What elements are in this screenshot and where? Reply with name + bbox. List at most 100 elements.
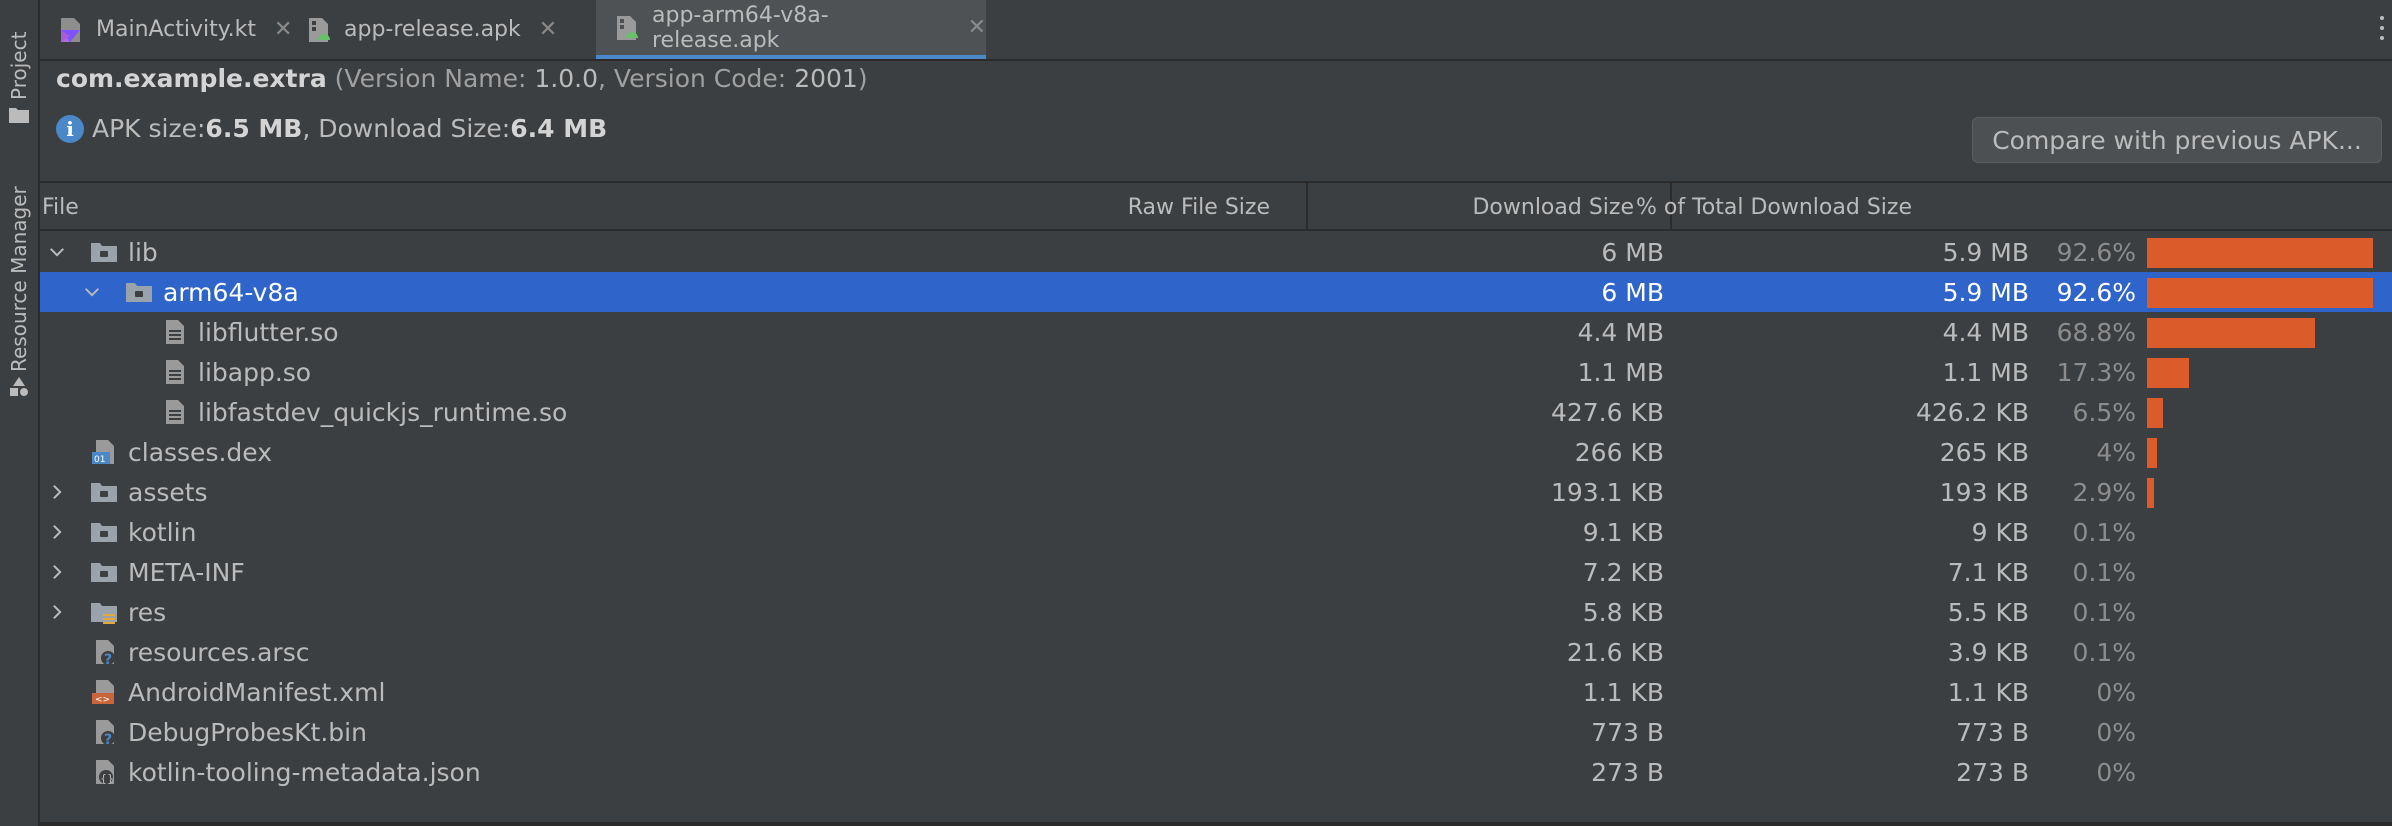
download-share-bar [2147,278,2373,308]
file-name: kotlin-tooling-metadata.json [128,758,481,787]
raw-file-size: 193.1 KB [1550,478,1664,507]
download-size: 4.4 MB [1942,318,2029,347]
download-size: 1.1 MB [1942,358,2029,387]
file-name: res [128,598,167,627]
table-row[interactable]: kotlin 9.1 KB 9 KB 0.1% [40,512,2392,552]
file-name: kotlin [128,518,197,547]
unknown-file-icon: ? [96,720,115,746]
table-row[interactable]: META-INF 7.2 KB 7.1 KB 0.1% [40,552,2392,592]
resource-manager-icon[interactable] [8,376,30,398]
table-row[interactable]: res 5.8 KB 5.5 KB 0.1% [40,592,2392,632]
download-share-bar [2147,238,2373,268]
file-name: libflutter.so [198,318,339,347]
svg-text:01: 01 [94,455,105,465]
editor-tab-bar: MainActivity.kt ✕ app-release.apk ✕ app-… [40,0,2392,61]
download-size: 9 KB [1971,518,2029,547]
project-tool-button[interactable]: Project [4,18,34,100]
svg-text:?: ? [104,732,112,746]
chevron-right-icon[interactable] [46,601,68,623]
version-code: 2001 [794,64,858,93]
raw-file-size: 7.2 KB [1582,558,1664,587]
file-name: lib [128,238,158,267]
folder-icon [91,563,117,582]
table-row[interactable]: arm64-v8a 6 MB 5.9 MB 92.6% [40,272,2392,312]
chevron-down-icon[interactable] [81,281,103,303]
table-row[interactable]: assets 193.1 KB 193 KB 2.9% [40,472,2392,512]
percent-of-total: 0% [2096,718,2136,747]
close-icon[interactable]: ✕ [968,15,986,40]
dex-file-icon: 01 [92,440,114,465]
raw-file-size: 273 B [1591,758,1664,787]
percent-of-total: 4% [2096,438,2136,467]
download-size: 3.9 KB [1947,638,2029,667]
tab-main-activity[interactable]: MainActivity.kt ✕ [40,0,292,59]
close-icon[interactable]: ✕ [539,17,557,42]
apk-file-icon [309,17,330,42]
folder-icon [91,483,117,502]
percent-of-total: 0% [2096,678,2136,707]
table-row[interactable]: {} kotlin-tooling-metadata.json 273 B 273 B… [40,752,2392,792]
chevron-right-icon[interactable] [46,521,68,543]
binary-file-icon [166,320,184,344]
download-size-value: 6.4 MB [510,114,608,143]
apk-size-info: i APK size: 6.5 MB, Download Size: 6.4 M… [56,114,607,143]
percent-of-total: 0.1% [2072,598,2136,627]
table-header: File Raw File Size Download Size % of To… [40,181,2392,231]
column-header-raw-size[interactable]: Raw File Size [1128,195,1270,220]
table-row[interactable]: <> AndroidManifest.xml 1.1 KB 1.1 KB 0% [40,672,2392,712]
tab-app-release-apk[interactable]: app-release.apk ✕ [288,0,594,59]
table-row[interactable]: libfastdev_quickjs_runtime.so 427.6 KB 426… [40,392,2392,432]
folder-icon[interactable] [8,104,30,126]
download-size: 5.9 MB [1942,278,2029,307]
more-options-icon[interactable] [2378,16,2386,46]
svg-text:{}: {} [100,772,114,785]
table-row[interactable]: lib 6 MB 5.9 MB 92.6% [40,232,2392,272]
compare-with-previous-apk-button[interactable]: Compare with previous APK... [1972,117,2382,163]
table-row[interactable]: ? DebugProbesKt.bin 773 B 773 B 0% [40,712,2392,752]
table-row[interactable]: 01 classes.dex 266 KB 265 KB 4% [40,432,2392,472]
chevron-down-icon[interactable] [46,241,68,263]
tab-app-arm64-release-apk[interactable]: app-arm64-v8a-release.apk ✕ [596,0,986,59]
table-row[interactable]: ? resources.arsc 21.6 KB 3.9 KB 0.1% [40,632,2392,672]
file-name: META-INF [128,558,245,587]
apk-size-value: 6.5 MB [205,114,303,143]
file-name: libfastdev_quickjs_runtime.so [198,398,568,427]
svg-text:<>: <> [95,695,110,705]
column-header-percent[interactable]: % of Total Download Size [1636,195,1912,220]
percent-of-total: 0.1% [2072,558,2136,587]
chevron-right-icon[interactable] [46,481,68,503]
chevron-right-icon[interactable] [46,561,68,583]
info-icon: i [56,114,84,143]
download-size: 273 B [1956,758,2029,787]
download-size: 426.2 KB [1915,398,2029,427]
percent-of-total: 92.6% [2056,278,2136,307]
download-share-bar [2147,318,2315,348]
raw-file-size: 4.4 MB [1577,318,1664,347]
column-header-file[interactable]: File [42,195,79,220]
column-header-download-size[interactable]: Download Size [1472,195,1634,220]
percent-of-total: 0% [2096,758,2136,787]
percent-of-total: 68.8% [2056,318,2136,347]
table-row[interactable]: libapp.so 1.1 MB 1.1 MB 17.3% [40,352,2392,392]
folder-icon [126,283,152,302]
column-divider[interactable] [1306,183,1308,231]
raw-file-size: 6 MB [1601,238,1664,267]
percent-of-total: 2.9% [2072,478,2136,507]
svg-text:?: ? [104,652,112,666]
file-name: assets [128,478,208,507]
file-tree-table: lib 6 MB 5.9 MB 92.6% arm64-v8a 6 MB 5.9 MB 92.… [40,232,2392,792]
resource-manager-tool-button[interactable]: Resource Manager [4,176,34,372]
version-name: 1.0.0 [534,64,599,93]
file-name: classes.dex [128,438,273,467]
resource-folder-icon [91,603,117,624]
raw-file-size: 1.1 KB [1582,678,1664,707]
file-name: libapp.so [198,358,312,387]
raw-file-size: 21.6 KB [1566,638,1664,667]
percent-of-total: 0.1% [2072,638,2136,667]
file-name: DebugProbesKt.bin [128,718,367,747]
package-info: com.example.extra (Version Name: 1.0.0, … [56,64,868,93]
download-size: 1.1 KB [1947,678,2029,707]
table-row[interactable]: libflutter.so 4.4 MB 4.4 MB 68.8% [40,312,2392,352]
folder-icon [91,243,117,262]
binary-file-icon [166,400,184,424]
